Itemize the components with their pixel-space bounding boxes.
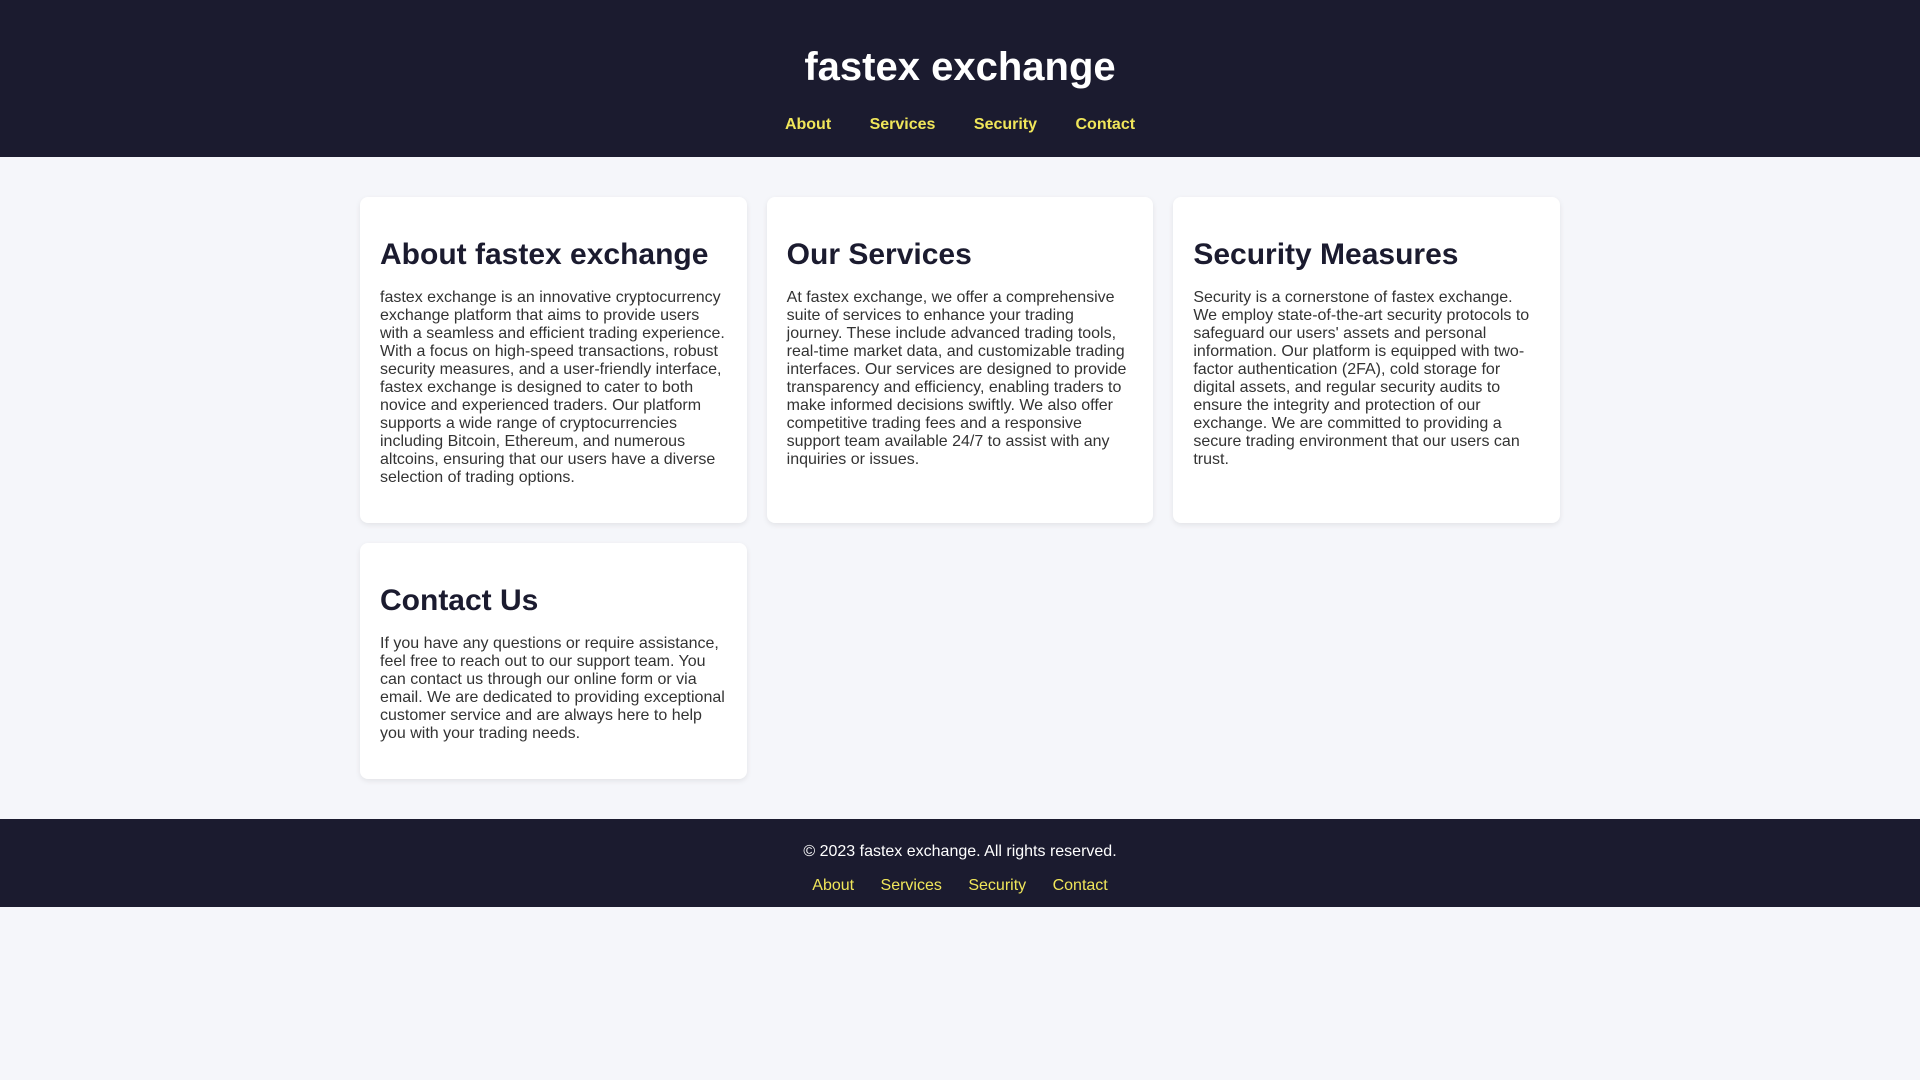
nav-about[interactable]: About [785,116,831,133]
security-text: Security is a cornerstone of fastex exch… [1193,289,1530,468]
services-card: Our Services At fastex exchange, we offe… [766,197,1154,523]
contact-card: Contact Us If you have any questions or … [360,543,747,779]
footer-link-contact[interactable]: Contact [1053,877,1108,894]
copyright: © 2023 fastex exchange. All rights reser… [803,843,1117,860]
about-heading: About fastex exchange [380,238,709,271]
contact-heading: Contact Us [380,584,539,617]
content-grid: About fastex exchange fastex exchange is… [360,197,1560,779]
nav-security[interactable]: Security [974,116,1037,133]
about-card: About fastex exchange fastex exchange is… [360,197,747,523]
nav-services[interactable]: Services [870,116,936,133]
footer-nav: About Services Security Contact [0,877,1920,895]
footer-link-services[interactable]: Services [881,877,942,894]
footer-link-security[interactable]: Security [968,877,1026,894]
site-header: fastex exchange About Services Security … [0,0,1920,157]
site-footer: © 2023 fastex exchange. All rights reser… [0,819,1920,907]
about-text: fastex exchange is an innovative cryptoc… [380,289,725,486]
services-heading: Our Services [786,238,972,271]
security-heading: Security Measures [1193,238,1459,271]
contact-text: If you have any questions or require ass… [380,635,725,742]
site-title: fastex exchange [804,45,1116,89]
footer-link-about[interactable]: About [812,877,854,894]
security-card: Security Measures Security is a cornerst… [1173,197,1560,523]
nav-contact[interactable]: Contact [1075,116,1135,133]
main-nav: About Services Security Contact [0,116,1920,134]
services-text: At fastex exchange, we offer a comprehen… [786,289,1127,468]
